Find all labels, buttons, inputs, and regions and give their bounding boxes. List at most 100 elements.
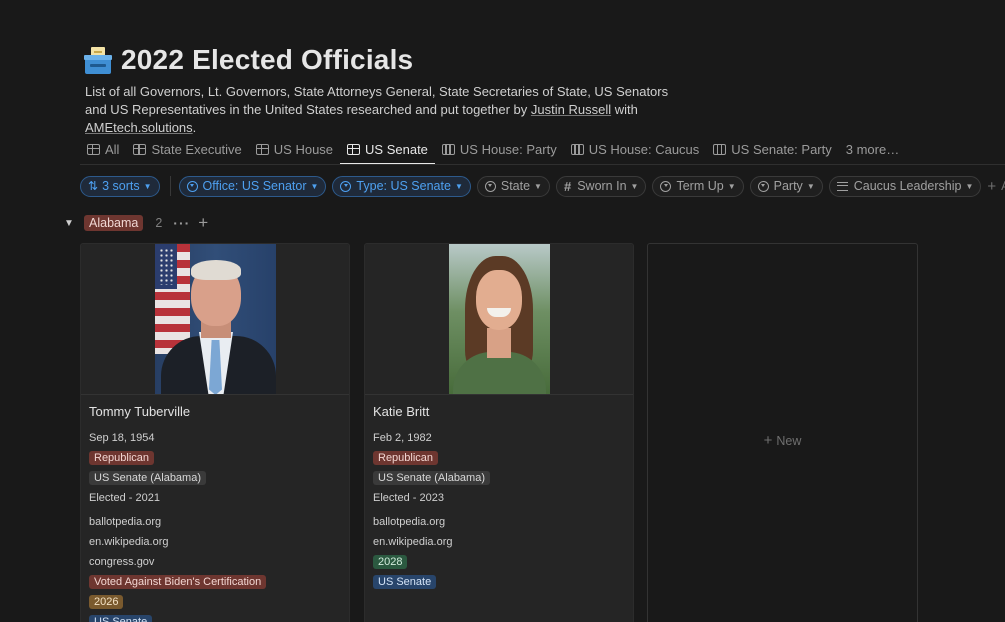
type-tag: US Senate bbox=[89, 615, 153, 622]
group-header: ▼ Alabama 2 ··· + bbox=[64, 213, 208, 233]
database-page: 2022 Elected Officials List of all Gover… bbox=[0, 0, 1005, 622]
tab-label: US Senate bbox=[365, 141, 428, 157]
new-card-label: + New bbox=[648, 432, 917, 449]
party-tag: Republican bbox=[373, 451, 439, 465]
tab-more[interactable]: 3 more… bbox=[839, 134, 906, 164]
plus-icon: + bbox=[763, 432, 773, 449]
gallery-icon bbox=[255, 143, 269, 155]
wikipedia-link[interactable]: en.wikipedia.org bbox=[373, 534, 625, 550]
view-tabs: All State Executive US House US Senate U… bbox=[80, 134, 906, 165]
chip-label: 3 sorts bbox=[102, 179, 140, 193]
gallery-icon bbox=[87, 143, 100, 155]
company-link[interactable]: AMEtech.solutions bbox=[85, 120, 193, 135]
chip-label: Office: US Senator bbox=[202, 179, 307, 193]
chevron-down-icon: ▼ bbox=[630, 181, 639, 191]
chevron-down-icon: ▼ bbox=[806, 181, 815, 191]
more-options-icon[interactable]: ··· bbox=[173, 215, 190, 231]
seat-tag: US Senate (Alabama) bbox=[89, 471, 206, 485]
page-title: 2022 Elected Officials bbox=[121, 44, 414, 75]
select-icon bbox=[757, 180, 769, 192]
chip-label: Term Up bbox=[676, 179, 724, 193]
number-icon: # bbox=[563, 178, 572, 194]
tab-label: US House: Caucus bbox=[588, 141, 700, 157]
chip-label: Sworn In bbox=[577, 179, 627, 193]
gallery-card[interactable]: Katie Britt Feb 2, 1982 Republican US Se… bbox=[364, 243, 634, 622]
seat-tag: US Senate (Alabama) bbox=[373, 471, 490, 485]
ballotpedia-link[interactable]: ballotpedia.org bbox=[89, 514, 341, 530]
page-description: List of all Governors, Lt. Governors, St… bbox=[85, 83, 685, 137]
group-count: 2 bbox=[155, 216, 163, 230]
chip-label: Party bbox=[773, 179, 803, 193]
tab-label: US House bbox=[273, 141, 334, 157]
elected-text: Elected - 2023 bbox=[373, 492, 444, 504]
page-header: 2022 Elected Officials bbox=[84, 44, 413, 76]
term-up-filter-chip[interactable]: Term Up ▼ bbox=[652, 175, 744, 197]
party-tag: Republican bbox=[89, 451, 155, 465]
tab-state-executive[interactable]: State Executive bbox=[126, 134, 248, 164]
wikipedia-link[interactable]: en.wikipedia.org bbox=[89, 534, 341, 550]
board-icon bbox=[713, 143, 727, 155]
elected-text: Elected - 2021 bbox=[89, 492, 160, 504]
chevron-down-icon: ▼ bbox=[965, 181, 974, 191]
board-icon bbox=[441, 143, 455, 155]
author-link[interactable]: Justin Russell bbox=[531, 102, 611, 117]
type-filter-chip[interactable]: Type: US Senate ▼ bbox=[332, 175, 471, 197]
gallery-icon bbox=[347, 143, 361, 155]
tab-label: 3 more… bbox=[845, 141, 900, 157]
chip-label: Type: US Senate bbox=[356, 179, 451, 193]
select-icon bbox=[186, 180, 198, 192]
tab-label: US Senate: Party bbox=[731, 141, 832, 157]
tab-us-senate[interactable]: US Senate bbox=[340, 134, 435, 165]
tab-us-house[interactable]: US House bbox=[249, 134, 340, 164]
board-icon bbox=[570, 143, 584, 155]
select-icon bbox=[660, 180, 672, 192]
toggle-triangle-icon[interactable]: ▼ bbox=[64, 218, 84, 229]
list-icon bbox=[836, 181, 848, 191]
ballot-box-icon[interactable] bbox=[84, 45, 112, 75]
tab-us-senate-party[interactable]: US Senate: Party bbox=[706, 134, 838, 164]
add-filter-button[interactable]: + Ad bbox=[987, 178, 1005, 195]
sorts-chip[interactable]: ⇅ 3 sorts ▼ bbox=[80, 175, 160, 197]
type-tag: US Senate bbox=[373, 575, 437, 589]
portrait-image bbox=[449, 244, 550, 394]
caucus-filter-chip[interactable]: Caucus Leadership ▼ bbox=[828, 175, 982, 197]
gallery-card[interactable]: Tommy Tuberville Sep 18, 1954 Republican… bbox=[80, 243, 350, 622]
add-filter-label: Ad bbox=[1001, 179, 1005, 193]
state-filter-chip[interactable]: State ▼ bbox=[476, 175, 550, 197]
ballotpedia-link[interactable]: ballotpedia.org bbox=[373, 514, 625, 530]
tab-us-house-caucus[interactable]: US House: Caucus bbox=[564, 134, 707, 164]
filter-bar: ⇅ 3 sorts ▼ Office: US Senator ▼ Type: US S… bbox=[80, 175, 1005, 197]
congress-link[interactable]: congress.gov bbox=[89, 554, 341, 570]
tab-all[interactable]: All bbox=[80, 134, 126, 164]
new-card-button[interactable]: + New bbox=[647, 243, 918, 622]
card-cover bbox=[81, 244, 349, 395]
tab-label: US House: Party bbox=[459, 141, 557, 157]
party-filter-chip[interactable]: Party ▼ bbox=[749, 175, 823, 197]
description-text: . bbox=[192, 120, 197, 135]
select-icon bbox=[484, 180, 496, 192]
chevron-down-icon: ▼ bbox=[727, 181, 736, 191]
tab-label: State Executive bbox=[151, 141, 242, 157]
group-label: Alabama bbox=[84, 215, 144, 231]
divider bbox=[169, 176, 171, 196]
chevron-down-icon: ▼ bbox=[143, 181, 152, 191]
birthdate: Sep 18, 1954 bbox=[89, 432, 155, 444]
add-item-icon[interactable]: + bbox=[198, 213, 208, 233]
portrait-image bbox=[155, 244, 276, 394]
tab-us-house-party[interactable]: US House: Party bbox=[435, 134, 564, 164]
sworn-in-filter-chip[interactable]: # Sworn In ▼ bbox=[555, 175, 647, 197]
chevron-down-icon: ▼ bbox=[454, 181, 463, 191]
term-up-tag: 2026 bbox=[89, 595, 124, 609]
description-text: with bbox=[614, 102, 638, 117]
term-up-tag: 2028 bbox=[373, 555, 408, 569]
birthdate: Feb 2, 1982 bbox=[373, 432, 432, 444]
note-tag: Voted Against Biden's Certification bbox=[89, 575, 267, 589]
gallery-icon bbox=[133, 143, 147, 155]
plus-icon: + bbox=[987, 177, 997, 195]
office-filter-chip[interactable]: Office: US Senator ▼ bbox=[178, 175, 327, 197]
chip-label: State bbox=[500, 179, 531, 193]
select-icon bbox=[340, 180, 352, 192]
chip-label: Caucus Leadership bbox=[853, 179, 962, 193]
tabs-divider bbox=[80, 164, 1005, 165]
card-title: Katie Britt bbox=[373, 404, 430, 419]
